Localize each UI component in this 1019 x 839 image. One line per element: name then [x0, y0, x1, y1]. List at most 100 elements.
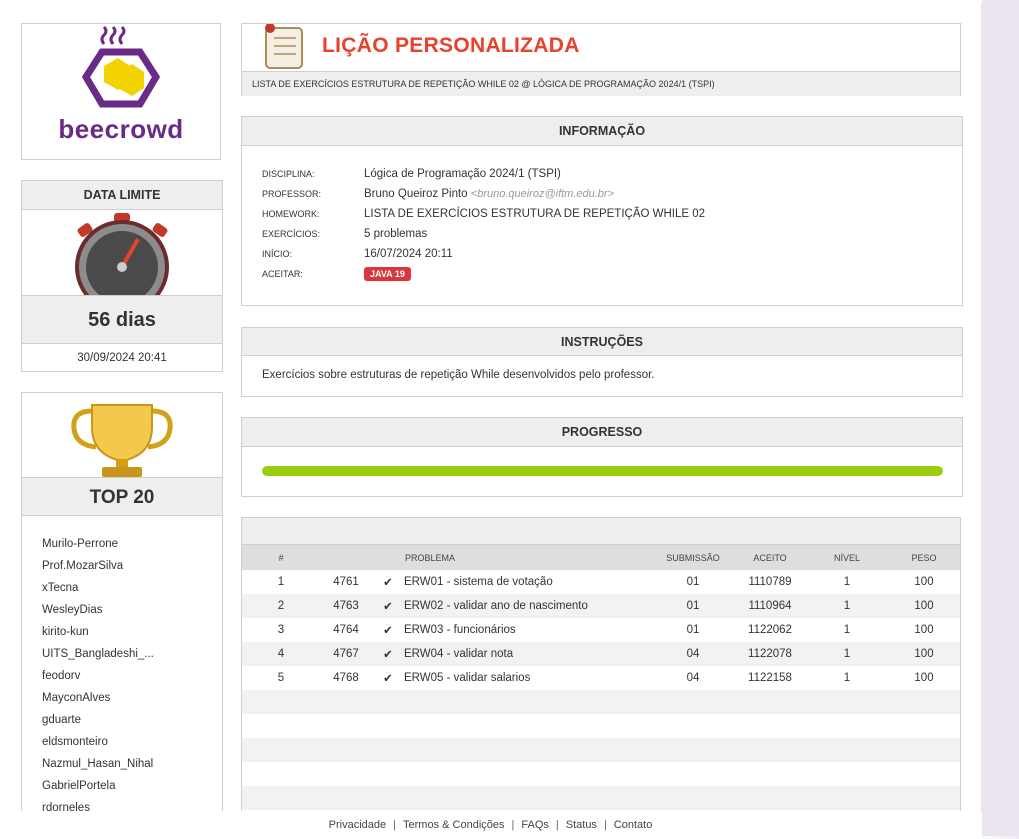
stopwatch-icon [75, 213, 169, 295]
row-number: 1 [277, 576, 285, 588]
scroll-icon [265, 24, 303, 69]
weight-value: 100 [888, 594, 960, 618]
problem-name[interactable]: ERW03 - funcionários [404, 618, 652, 642]
table-row[interactable]: 3 4764 ✔ ERW03 - funcionários 01 1122062… [242, 618, 960, 642]
list-item[interactable]: Nazmul_Hasan_Nihal [42, 753, 154, 775]
info-table: DISCIPLINA: Lógica de Programação 2024/1… [262, 164, 705, 284]
list-item[interactable]: GabrielPortela [42, 775, 154, 797]
table-header-row: # PROBLEMA SUBMISSÃO ACEITO NÍVEL PESO [242, 545, 960, 570]
empty-row [242, 690, 960, 714]
row-number: 3 [277, 624, 285, 636]
problem-name[interactable]: ERW02 - validar ano de nascimento [404, 594, 652, 618]
submission-count: 01 [652, 594, 734, 618]
submission-count: 01 [686, 576, 700, 588]
col-level: NÍVEL [806, 545, 888, 570]
level-value: 1 [806, 642, 888, 666]
beecrowd-logo-icon [81, 25, 161, 108]
problem-id[interactable]: 4764 [320, 618, 372, 642]
problem-id[interactable]: 4768 [320, 666, 372, 690]
list-item[interactable]: gduarte [42, 709, 154, 731]
footer-link-status[interactable]: Status [566, 819, 597, 831]
homework-value: LISTA DE EXERCÍCIOS ESTRUTURA DE REPETIÇ… [364, 208, 706, 220]
problem-name[interactable]: ERW05 - validar salarios [404, 666, 652, 690]
list-item[interactable]: feodorv [42, 665, 154, 687]
submission-count: 04 [652, 642, 734, 666]
lesson-header: LIÇÃO PERSONALIZADA LISTA DE EXERCÍCIOS … [241, 23, 961, 96]
problem-name[interactable]: ERW04 - validar nota [404, 642, 652, 666]
list-item[interactable]: Prof.MozarSilva [42, 555, 154, 577]
level-value: 1 [806, 594, 888, 618]
col-status [372, 545, 404, 570]
row-number: 2 [242, 594, 320, 618]
instructions-text: Exercícios sobre estruturas de repetição… [262, 369, 655, 381]
progress-heading: PROGRESSO [242, 418, 962, 447]
problems-table: # PROBLEMA SUBMISSÃO ACEITO NÍVEL PESO 1… [242, 545, 960, 810]
discipline-value: Lógica de Programação 2024/1 (TSPI) [364, 168, 561, 180]
accepted-id[interactable]: 1110964 [734, 594, 806, 618]
deadline-heading: DATA LIMITE [22, 181, 222, 210]
accepted-id[interactable]: 1122078 [734, 642, 806, 666]
col-problem: PROBLEMA [404, 545, 652, 570]
empty-row [242, 762, 960, 786]
logo-panel[interactable]: beecrowd [21, 23, 221, 160]
professor-label: PROFESSOR: [262, 189, 322, 199]
professor-field: Bruno Queiroz Pinto <bruno.queiroz@iftm.… [364, 184, 705, 204]
level-value: 1 [843, 624, 851, 636]
row-number: 4 [242, 642, 320, 666]
exercises-value: 5 problemas [364, 228, 428, 240]
top20-heading: TOP 20 [22, 477, 222, 516]
breadcrumb: LISTA DE EXERCÍCIOS ESTRUTURA DE REPETIÇ… [242, 71, 960, 96]
list-item[interactable]: xTecna [42, 577, 154, 599]
col-submission: SUBMISSÃO [652, 545, 734, 570]
professor-name: Bruno Queiroz Pinto [364, 188, 468, 200]
empty-row [242, 738, 960, 762]
check-icon: ✔ [372, 642, 404, 666]
list-item[interactable]: kirito-kun [42, 621, 154, 643]
progress-bar [262, 466, 943, 476]
list-item[interactable]: MayconAlves [42, 687, 154, 709]
progress-panel: PROGRESSO [241, 417, 963, 497]
accepted-id[interactable]: 1122158 [734, 666, 806, 690]
list-item[interactable]: WesleyDias [42, 599, 154, 621]
table-row[interactable]: 5 4768 ✔ ERW05 - validar salarios 04 112… [242, 666, 960, 690]
accept-label: ACEITAR: [262, 269, 303, 279]
col-id [320, 545, 372, 570]
homework-label: HOMEWORK: [262, 209, 320, 219]
info-panel: INFORMAÇÃO DISCIPLINA: Lógica de Program… [241, 116, 963, 306]
problem-name[interactable]: ERW01 - sistema de votação [404, 570, 652, 594]
list-item[interactable]: UITS_Bangladeshi_... [42, 643, 154, 665]
instructions-panel: INSTRUÇÕES Exercícios sobre estruturas d… [241, 327, 963, 397]
table-row[interactable]: 4 4767 ✔ ERW04 - validar nota 04 1122078… [242, 642, 960, 666]
footer-link-contact[interactable]: Contato [614, 819, 653, 831]
col-number: # [242, 545, 320, 570]
list-item[interactable]: Murilo-Perrone [42, 533, 154, 555]
professor-email: <bruno.queiroz@iftm.edu.br> [470, 188, 615, 200]
footer-link-privacy[interactable]: Privacidade [329, 819, 386, 831]
problem-id[interactable]: 4767 [320, 642, 372, 666]
problem-id[interactable]: 4761 [320, 570, 372, 594]
problems-panel: # PROBLEMA SUBMISSÃO ACEITO NÍVEL PESO 1… [241, 517, 961, 817]
table-row[interactable]: 2 4763 ✔ ERW02 - validar ano de nascimen… [242, 594, 960, 618]
page-background [982, 0, 1019, 836]
footer: Privacidade | Termos & Condições | FAQs | Stat… [0, 811, 981, 836]
submission-count: 04 [686, 672, 700, 684]
check-icon: ✔ [383, 577, 393, 589]
footer-separator: | [393, 819, 397, 831]
language-badge: JAVA 19 [364, 267, 411, 281]
check-icon: ✔ [372, 594, 404, 618]
table-row[interactable]: 1 4761 ✔ ERW01 - sistema de votação 01 1… [242, 570, 960, 594]
footer-separator: | [511, 819, 515, 831]
col-weight: PESO [888, 545, 960, 570]
accepted-id[interactable]: 1110789 [734, 570, 806, 594]
footer-link-faqs[interactable]: FAQs [521, 819, 549, 831]
accepted-id[interactable]: 1122062 [734, 618, 806, 642]
problem-id[interactable]: 4763 [320, 594, 372, 618]
row-number: 5 [277, 672, 285, 684]
empty-row [242, 714, 960, 738]
info-heading: INFORMAÇÃO [242, 117, 962, 146]
exercises-label: EXERCÍCIOS: [262, 229, 321, 239]
submission-count: 01 [686, 624, 700, 636]
list-item[interactable]: eldsmonteiro [42, 731, 154, 753]
footer-link-terms[interactable]: Termos & Condições [403, 819, 505, 831]
page-title: LIÇÃO PERSONALIZADA [322, 34, 580, 57]
